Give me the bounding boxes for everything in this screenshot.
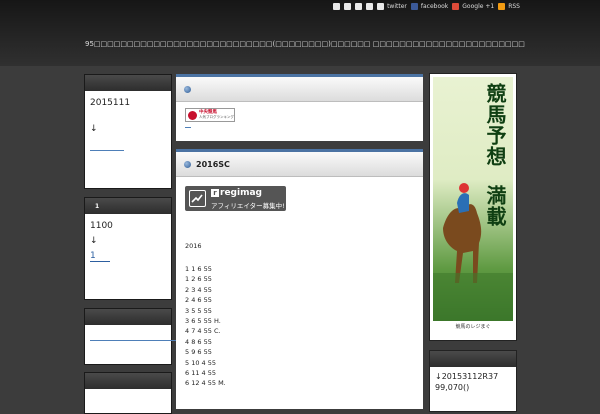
mail-link[interactable] — [355, 2, 363, 10]
sidebar-widget-3 — [84, 308, 290, 365]
print-icon — [366, 2, 374, 10]
sidebar-widget-date: 2015111 ↓ — [84, 74, 172, 189]
race-entry: 5 9 6 55 — [185, 348, 212, 357]
ranking-banner-sub: 人気ブログランキング — [199, 115, 234, 119]
widget-title — [85, 75, 171, 91]
ad-image: 競馬予想 満載 競馬のレジまぐ — [433, 77, 513, 333]
keiba-ad-banner[interactable]: 競馬予想 満載 競馬のレジまぐ — [429, 73, 517, 341]
widget-count-value: 1100 — [90, 221, 113, 231]
bullet-icon — [184, 85, 191, 93]
google-plus-link[interactable]: Google +1 — [452, 2, 495, 10]
post-link-line[interactable] — [185, 127, 191, 128]
race-entry: 1 2 6 55 — [185, 275, 212, 284]
rss-icon — [498, 2, 506, 10]
person-icon — [344, 2, 352, 10]
rss-label: RSS — [508, 2, 520, 10]
race-entry: 4 8 6 55 — [185, 337, 212, 346]
widget-title — [85, 373, 171, 389]
regimag-badge[interactable]: r regimag アフィリエイター募集中! — [185, 186, 286, 211]
twitter-link[interactable]: twitter — [377, 2, 407, 10]
widget-arrow: ↓ — [90, 124, 98, 134]
print-link[interactable] — [366, 2, 374, 10]
profile-link[interactable] — [344, 2, 352, 10]
widget-link-line[interactable] — [90, 150, 124, 151]
race-entry: 5 10 4 55 — [185, 358, 217, 367]
widget-title — [430, 351, 516, 367]
widget-count-link[interactable]: 1 — [90, 251, 110, 262]
google-plus-label: Google +1 — [462, 2, 495, 10]
race-entry: 4 7 4 55 C. — [185, 327, 221, 336]
sidebar-widget-result: ↓20153112R37 99,070() — [429, 350, 517, 412]
regimag-brand: regimag — [220, 188, 262, 198]
result-line-2: 99,070() — [435, 383, 470, 392]
sidebar-widget-count: 1 1100 ↓ 1 — [84, 197, 172, 300]
race-entry: 3 6 5 55 H. — [185, 317, 221, 326]
sidebar-widget-4 — [84, 372, 172, 414]
post-2016sc: 2016SC r regimag アフィリエイター募集中! 2016 1 1 6 … — [176, 149, 423, 409]
widget-title — [85, 309, 171, 325]
google-plus-icon — [452, 2, 460, 10]
post-year: 2016 — [185, 242, 202, 250]
widget-title: 1 — [85, 198, 171, 214]
home-icon — [333, 2, 341, 10]
post-ranking: 中央競馬 人気ブログランキング — [176, 74, 423, 141]
race-entry: 3 5 5 55 — [185, 306, 212, 315]
site-title[interactable]: 95□□□□□□□□□□□□□□□□□□□□□□□□□□□(□□□□□□□□)□… — [85, 40, 525, 48]
facebook-icon — [410, 2, 418, 10]
chart-up-icon — [189, 190, 206, 207]
ad-caption: 競馬のレジまぐ — [433, 321, 513, 333]
post-header — [176, 74, 423, 102]
twitter-icon — [377, 2, 385, 10]
race-entry: 2 3 4 55 — [185, 285, 212, 294]
widget-date-text: 2015111 — [90, 98, 131, 108]
racehorse-icon — [433, 183, 513, 333]
widget-arrow: ↓ — [90, 236, 98, 246]
mail-icon — [355, 2, 363, 10]
rss-link[interactable]: RSS — [498, 2, 520, 10]
top-social-nav: twitter facebook Google +1 RSS — [333, 0, 520, 12]
post-title[interactable]: 2016SC — [196, 160, 230, 169]
site-header: twitter facebook Google +1 RSS 95□□□□□□□… — [0, 0, 600, 66]
ranking-banner[interactable]: 中央競馬 人気ブログランキング — [185, 108, 235, 122]
race-entry: 2 4 6 55 — [185, 296, 212, 305]
regimag-sub: アフィリエイター募集中! — [211, 202, 285, 210]
race-entry: 1 1 6 55 — [185, 265, 212, 273]
bullet-icon — [184, 160, 191, 168]
twitter-label: twitter — [387, 2, 407, 10]
home-link[interactable] — [333, 2, 341, 10]
facebook-label: facebook — [420, 2, 449, 10]
post-header: 2016SC — [176, 149, 423, 177]
ranking-logo-icon — [188, 110, 197, 120]
race-entry: 6 12 4 55 M. — [185, 379, 226, 388]
facebook-link[interactable]: facebook — [410, 2, 449, 10]
race-entries-list: 1 1 6 55 1 2 6 55 2 3 4 55 2 4 6 55 3 5 5 55… — [185, 264, 226, 389]
result-line-1[interactable]: ↓20153112R37 — [435, 371, 511, 382]
race-entry: 6 11 4 55 — [185, 369, 217, 378]
